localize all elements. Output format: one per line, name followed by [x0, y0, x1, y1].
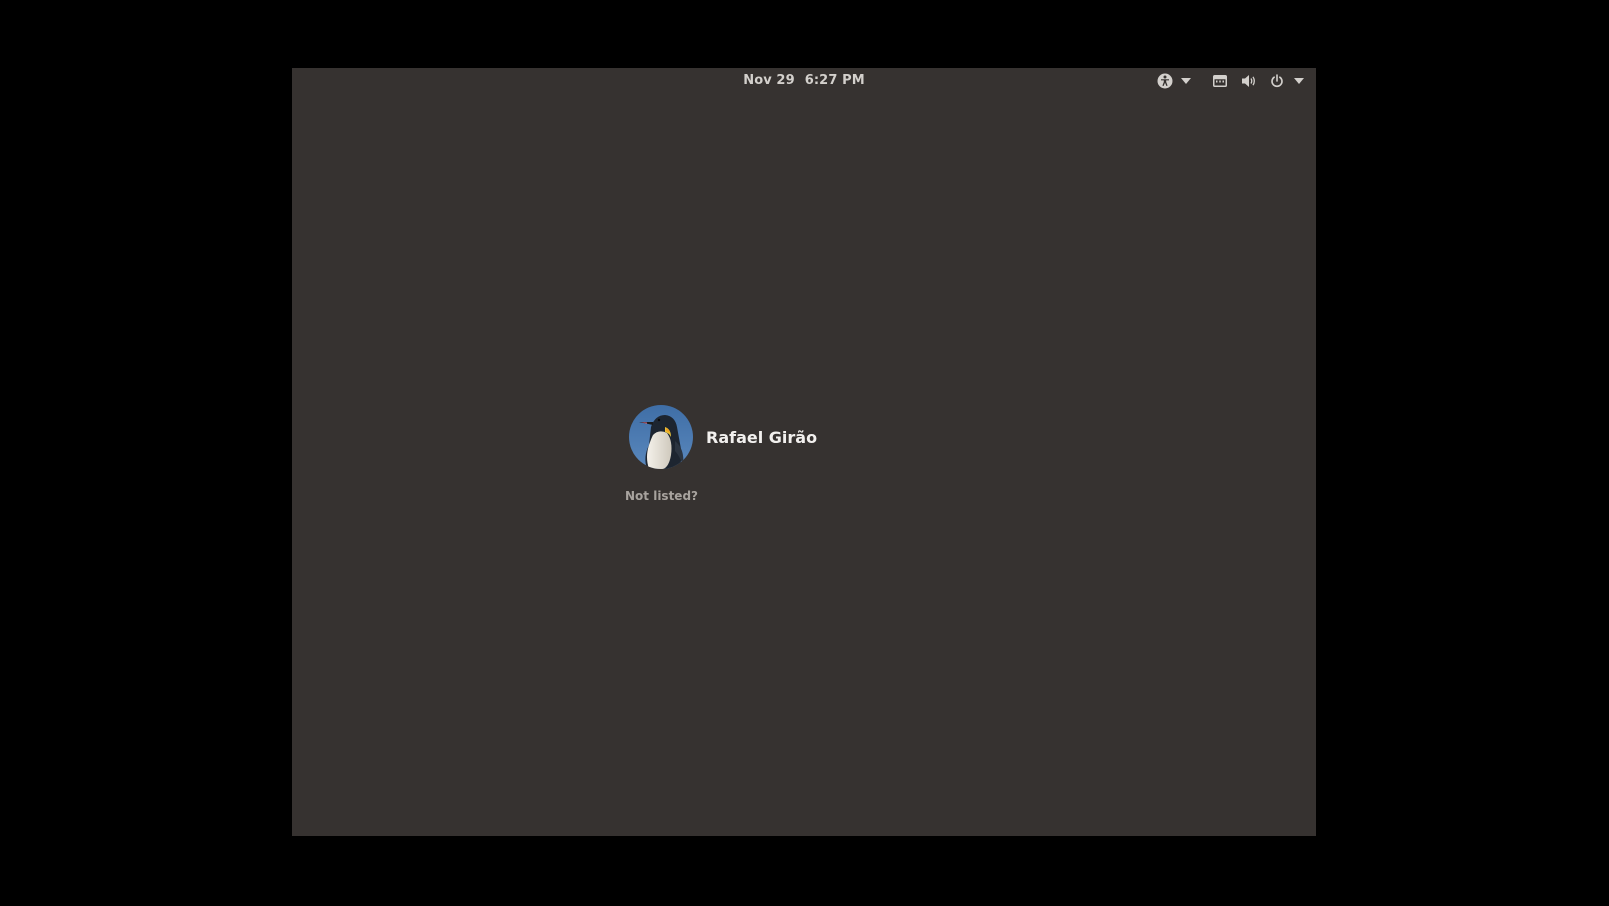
chevron-down-icon [1181, 78, 1191, 84]
top-bar: Nov 29 6:27 PM [292, 68, 1316, 94]
accessibility-icon [1157, 73, 1173, 89]
clock-date: Nov 29 [743, 73, 795, 88]
clock-time: 6:27 PM [804, 73, 865, 88]
penguin-avatar [629, 405, 693, 469]
power-icon [1270, 71, 1284, 91]
chevron-down-icon [1294, 71, 1304, 91]
user-name: Rafael Girão [706, 427, 818, 447]
not-listed-link[interactable]: Not listed? [625, 489, 817, 503]
user-list: Rafael Girão Not listed? [625, 405, 817, 503]
status-indicators [1157, 71, 1304, 91]
accessibility-menu-button[interactable] [1157, 71, 1191, 91]
system-menu-button[interactable] [1213, 71, 1304, 91]
keyboard-icon [1213, 71, 1227, 91]
volume-icon [1241, 71, 1257, 91]
login-screen: Nov 29 6:27 PM Rafael Girão Not listed? [292, 68, 1316, 836]
user-list-item[interactable]: Rafael Girão [629, 405, 817, 469]
